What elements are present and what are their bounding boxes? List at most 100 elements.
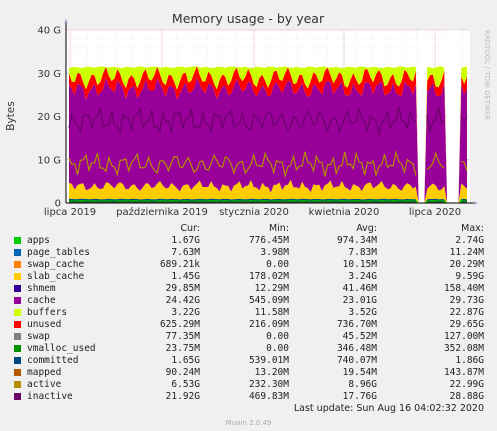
- legend-cur-value: 24.42G: [165, 295, 200, 306]
- data-gap: [418, 30, 425, 203]
- legend-max-value: 352.08M: [443, 343, 484, 354]
- x-tick-label: stycznia 2020: [219, 207, 289, 218]
- legend-avg-value: 7.83M: [348, 247, 377, 258]
- legend-min-value: 178.02M: [248, 271, 289, 282]
- legend-row-shmem: shmem 29.85M 12.29M 41.46M 158.40M: [0, 283, 497, 295]
- legend-avg-value: 10.15M: [342, 259, 377, 270]
- y-tick-label: 10 G: [37, 155, 61, 166]
- legend-swatch: [14, 357, 21, 364]
- legend-avg-value: 19.54M: [342, 367, 377, 378]
- legend-min-value: 11.58M: [254, 307, 289, 318]
- legend-min-value: 0.00: [266, 331, 289, 342]
- munin-version: Munin 2.0.49: [225, 419, 272, 427]
- legend-min-value: 539.01M: [248, 355, 289, 366]
- y-axis-label: Bytes: [5, 101, 17, 130]
- legend-row-cache: cache 24.42G 545.09M 23.01G 29.73G: [0, 295, 497, 307]
- legend-cur-value: 3.22G: [171, 307, 200, 318]
- legend-cur-value: 1.45G: [171, 271, 200, 282]
- legend-row-buffers: buffers 3.22G 11.58M 3.52G 22.87G: [0, 307, 497, 319]
- legend-min-value: 776.45M: [248, 235, 289, 246]
- legend-avg-value: 3.52G: [348, 307, 377, 318]
- y-axis-arrow: [64, 19, 68, 23]
- legend-name: mapped: [27, 367, 62, 378]
- legend-row-vmalloc_used: vmalloc_used 23.75M 0.00 346.48M 352.08M: [0, 343, 497, 355]
- x-axis-arrow: [474, 201, 478, 205]
- legend-max-value: 1.86G: [455, 355, 484, 366]
- legend-max-value: 20.29M: [449, 259, 484, 270]
- legend-cur-value: 625.29M: [159, 319, 200, 330]
- x-tick-label: października 2019: [116, 206, 208, 218]
- legend-max-value: 158.40M: [443, 283, 484, 294]
- legend-row-unused: unused 625.29M 216.09M 736.70M 29.65G: [0, 319, 497, 331]
- x-tick-label: lipca 2019: [44, 207, 96, 218]
- legend-row-active: active 6.53G 232.30M 8.96G 22.99G: [0, 379, 497, 391]
- legend-row-inactive: inactive 21.92G 469.83M 17.76G 28.88G: [0, 391, 497, 403]
- legend-cur-value: 1.65G: [171, 355, 200, 366]
- legend-cur-value: 77.35M: [165, 331, 200, 342]
- legend-cur-value: 90.24M: [165, 367, 200, 378]
- legend-row-apps: apps 1.67G 776.45M 974.34M 2.74G: [0, 235, 497, 247]
- legend-swatch: [14, 261, 21, 268]
- chart-title: Memory usage - by year: [172, 11, 325, 26]
- data-gap: [447, 30, 459, 203]
- legend-min-value: 12.29M: [254, 283, 289, 294]
- legend-avg-value: 8.96G: [348, 379, 377, 390]
- legend-name: shmem: [27, 283, 56, 294]
- legend-swatch: [14, 369, 21, 376]
- legend-header-min: Min:: [268, 223, 289, 234]
- legend-row-mapped: mapped 90.24M 13.20M 19.54M 143.87M: [0, 367, 497, 379]
- legend-header-avg: Avg:: [356, 223, 377, 234]
- legend-name: apps: [27, 235, 50, 246]
- legend-avg-value: 45.52M: [342, 331, 377, 342]
- legend-name: cache: [27, 295, 56, 306]
- legend-swatch: [14, 285, 21, 292]
- legend-row-page_tables: page_tables 7.63M 3.98M 7.83M 11.24M: [0, 247, 497, 259]
- legend-swatch: [14, 249, 21, 256]
- legend-row-swap: swap 77.35M 0.00 45.52M 127.00M: [0, 331, 497, 343]
- legend-name: swap: [27, 331, 50, 342]
- legend-swatch: [14, 273, 21, 280]
- legend-max-value: 29.65G: [449, 319, 484, 330]
- legend-avg-value: 3.24G: [348, 271, 377, 282]
- legend-max-value: 22.99G: [449, 379, 484, 390]
- legend-row-slab_cache: slab_cache 1.45G 178.02M 3.24G 9.59G: [0, 271, 497, 283]
- legend-min-value: 469.83M: [248, 391, 289, 402]
- legend-min-value: 0.00: [266, 343, 289, 354]
- legend-cur-value: 7.63M: [171, 247, 200, 258]
- legend-cur-value: 689.21k: [159, 259, 200, 270]
- legend-max-value: 29.73G: [449, 295, 484, 306]
- legend-avg-value: 41.46M: [342, 283, 377, 294]
- legend-max-value: 28.88G: [449, 391, 484, 402]
- x-tick-label: lipca 2020: [409, 207, 461, 218]
- legend-cur-value: 6.53G: [171, 379, 200, 390]
- legend-name: slab_cache: [27, 271, 85, 282]
- legend-name: buffers: [27, 307, 68, 318]
- legend-max-value: 22.87G: [449, 307, 484, 318]
- last-update: Last update: Sun Aug 16 04:02:32 2020: [293, 403, 484, 414]
- legend-avg-value: 736.70M: [336, 319, 377, 330]
- line-committed: [68, 198, 468, 201]
- legend-name: vmalloc_used: [27, 343, 96, 354]
- legend-max-value: 143.87M: [443, 367, 484, 378]
- legend-min-value: 0.00: [266, 259, 289, 270]
- legend-max-value: 127.00M: [443, 331, 484, 342]
- legend-cur-value: 29.85M: [165, 283, 200, 294]
- legend-swatch: [14, 321, 21, 328]
- legend-row-swap_cache: swap_cache 689.21k 0.00 10.15M 20.29M: [0, 259, 497, 271]
- legend-avg-value: 740.07M: [336, 355, 377, 366]
- legend-swatch: [14, 309, 21, 316]
- legend-cur-value: 21.92G: [165, 391, 200, 402]
- legend-cur-value: 1.67G: [171, 235, 200, 246]
- legend-swatch: [14, 393, 21, 400]
- rrdtool-label: RRDTOOL / TOBI OETIKER: [483, 30, 491, 120]
- legend-row-committed: committed 1.65G 539.01M 740.07M 1.86G: [0, 355, 497, 367]
- legend-swatch: [14, 333, 21, 340]
- y-tick-label: 20 G: [37, 112, 61, 123]
- legend-avg-value: 17.76G: [342, 391, 377, 402]
- legend-avg-value: 974.34M: [336, 235, 377, 246]
- x-tick-label: kwietnia 2020: [309, 207, 380, 218]
- legend-name: swap_cache: [27, 259, 85, 270]
- legend-max-value: 2.74G: [455, 235, 484, 246]
- legend-cur-value: 23.75M: [165, 343, 200, 354]
- legend-header-max: Max:: [461, 223, 484, 234]
